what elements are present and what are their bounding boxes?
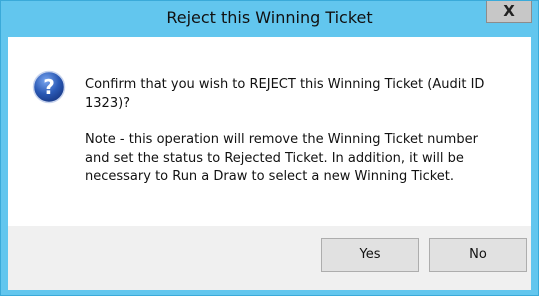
confirm-text: Confirm that you wish to REJECT this Win… [85, 77, 485, 111]
no-button[interactable]: No [429, 238, 527, 272]
button-bar: Yes No [8, 226, 531, 290]
dialog-window: Reject this Winning Ticket X ? Confirm t… [0, 0, 539, 296]
message-text: Confirm that you wish to REJECT this Win… [85, 76, 505, 187]
close-icon: X [503, 2, 515, 20]
message-area: ? Confirm that you wish to REJECT this W… [8, 37, 531, 226]
title-bar[interactable]: Reject this Winning Ticket X [1, 1, 538, 37]
question-icon: ? [32, 70, 66, 104]
note-text: Note - this operation will remove the Wi… [85, 132, 478, 184]
close-button[interactable]: X [486, 1, 532, 23]
dialog-body: ? Confirm that you wish to REJECT this W… [8, 37, 531, 290]
svg-text:?: ? [43, 75, 55, 99]
yes-button[interactable]: Yes [321, 238, 419, 272]
dialog-title: Reject this Winning Ticket [166, 8, 373, 27]
